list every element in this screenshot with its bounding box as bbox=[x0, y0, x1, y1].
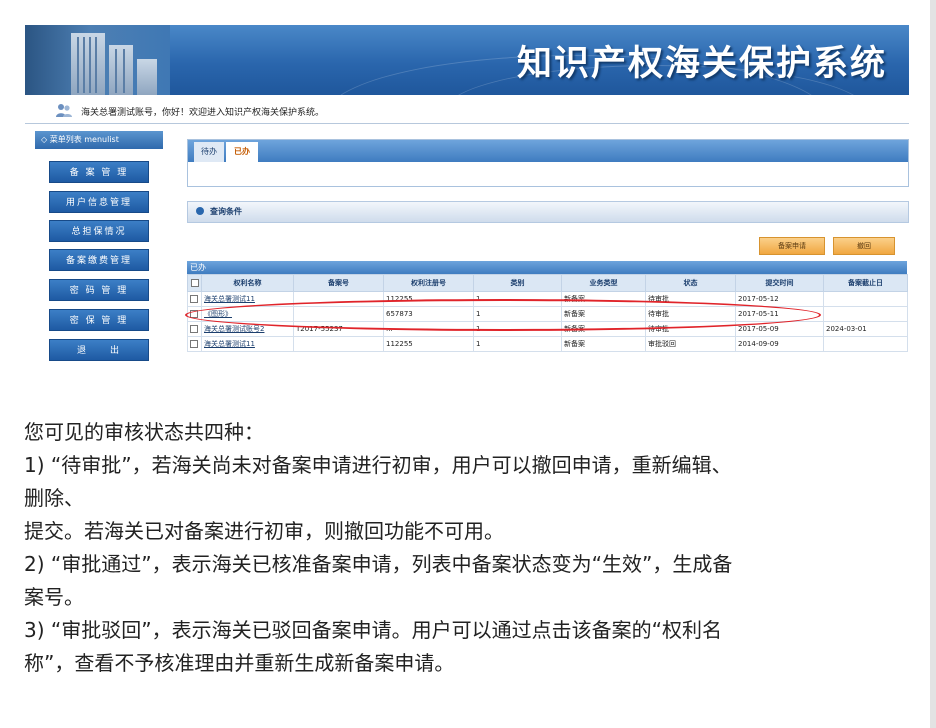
table-cell bbox=[823, 306, 908, 322]
doc-line: 3) “审批驳回”，表示海关已驳回备案申请。用户可以通过点击该备案的“权利名 bbox=[24, 618, 722, 642]
grid-title: 已办 bbox=[187, 261, 907, 274]
system-title: 知识产权海关保护系统 bbox=[516, 43, 887, 84]
row-checkbox[interactable] bbox=[190, 325, 198, 333]
row-select-cell[interactable] bbox=[187, 336, 202, 352]
screenshot-image: 知识产权海关保护系统 海关总署测试账号，你好！欢迎进入知识产权海关保护系统。 ◇… bbox=[25, 25, 909, 365]
welcome-bar: 海关总署测试账号，你好！欢迎进入知识产权海关保护系统。 bbox=[25, 99, 909, 124]
column-header: 备案号 bbox=[293, 274, 384, 292]
column-header: 备案截止日 bbox=[823, 274, 908, 292]
menu-item-guarantee[interactable]: 总担保情况 bbox=[49, 220, 149, 242]
menu-header: ◇ 菜单列表 menulist bbox=[35, 131, 163, 149]
bullet-icon bbox=[196, 207, 204, 215]
tabs-strip: 待办 已办 bbox=[188, 140, 908, 162]
query-conditions-bar[interactable]: 查询条件 bbox=[187, 201, 909, 223]
doc-line: 案号。 bbox=[24, 585, 84, 609]
doc-line: 称”，查看不予核准理由并重新生成新备案申请。 bbox=[24, 651, 455, 675]
menu-item-password[interactable]: 密 码 管 理 bbox=[49, 279, 149, 301]
column-header: 权利名称 bbox=[201, 274, 294, 292]
table-cell bbox=[823, 336, 908, 352]
select-all-checkbox[interactable] bbox=[190, 279, 199, 287]
menu-item-filing[interactable]: 备 案 管 理 bbox=[49, 161, 149, 183]
table-cell: 1 bbox=[473, 336, 562, 352]
main-content: 待办 已办 查询条件 备案申请 撤回 已办 权利名称 备案号 权利注册号 类别 … bbox=[173, 131, 909, 365]
tabs-panel: 待办 已办 bbox=[187, 139, 909, 187]
doc-line: 您可见的审核状态共四种： bbox=[24, 420, 264, 444]
sidebar-menu: ◇ 菜单列表 menulist 备 案 管 理 用户信息管理 总担保情况 备案缴… bbox=[35, 131, 163, 365]
table-cell: 112255 bbox=[383, 336, 474, 352]
table-cell bbox=[823, 291, 908, 307]
table-cell: 新备案 bbox=[561, 336, 646, 352]
table-header-row: 权利名称 备案号 权利注册号 类别 业务类型 状态 提交时间 备案截止日 bbox=[187, 274, 908, 292]
row-checkbox[interactable] bbox=[190, 340, 198, 348]
menu-item-logout[interactable]: 退 出 bbox=[49, 339, 149, 361]
withdraw-button[interactable]: 撤回 bbox=[833, 237, 895, 255]
scrollbar-track[interactable] bbox=[930, 0, 936, 728]
doc-line: 2) “审批通过”，表示海关已核准备案申请，列表中备案状态变为“生效”，生成备 bbox=[24, 552, 733, 576]
menu-item-security[interactable]: 密 保 管 理 bbox=[49, 309, 149, 331]
table-row[interactable]: 海关总署测试11 112255 1 新备案 审批驳回 2014-09-09 bbox=[187, 336, 908, 352]
table-cell bbox=[293, 336, 384, 352]
tab-done[interactable]: 已办 bbox=[226, 142, 258, 162]
row-select-cell[interactable] bbox=[187, 321, 202, 337]
doc-line: 删除、 bbox=[24, 486, 84, 510]
column-header: 权利注册号 bbox=[383, 274, 474, 292]
system-banner: 知识产权海关保护系统 bbox=[25, 25, 909, 95]
table-cell: 2014-09-09 bbox=[735, 336, 824, 352]
highlight-ellipse bbox=[185, 299, 821, 331]
table-cell: 审批驳回 bbox=[645, 336, 736, 352]
column-header: 状态 bbox=[645, 274, 736, 292]
menu-item-user-info[interactable]: 用户信息管理 bbox=[49, 191, 149, 213]
row-select-cell[interactable] bbox=[187, 291, 202, 307]
building-image bbox=[25, 25, 170, 95]
column-header: 类别 bbox=[473, 274, 562, 292]
explanation-text: 您可见的审核状态共四种： 1) “待审批”，若海关尚未对备案申请进行初审，用户可… bbox=[24, 416, 914, 680]
doc-line: 1) “待审批”，若海关尚未对备案申请进行初审，用户可以撤回申请，重新编辑、 bbox=[24, 453, 732, 477]
welcome-text: 海关总署测试账号，你好！欢迎进入知识产权海关保护系统。 bbox=[81, 108, 325, 118]
column-header: 业务类型 bbox=[561, 274, 646, 292]
column-header: 提交时间 bbox=[735, 274, 824, 292]
doc-line: 提交。若海关已对备案进行初审，则撤回功能不可用。 bbox=[24, 519, 504, 543]
tab-pending[interactable]: 待办 bbox=[194, 142, 224, 162]
table-cell: 2024-03-01 bbox=[823, 321, 908, 337]
query-label: 查询条件 bbox=[210, 207, 242, 216]
right-name-link[interactable]: 海关总署测试11 bbox=[201, 336, 294, 352]
menu-item-fees[interactable]: 备案缴费管理 bbox=[49, 249, 149, 271]
apply-button[interactable]: 备案申请 bbox=[759, 237, 825, 255]
select-all-cell[interactable] bbox=[187, 274, 202, 292]
row-checkbox[interactable] bbox=[190, 295, 198, 303]
users-icon bbox=[56, 104, 72, 117]
